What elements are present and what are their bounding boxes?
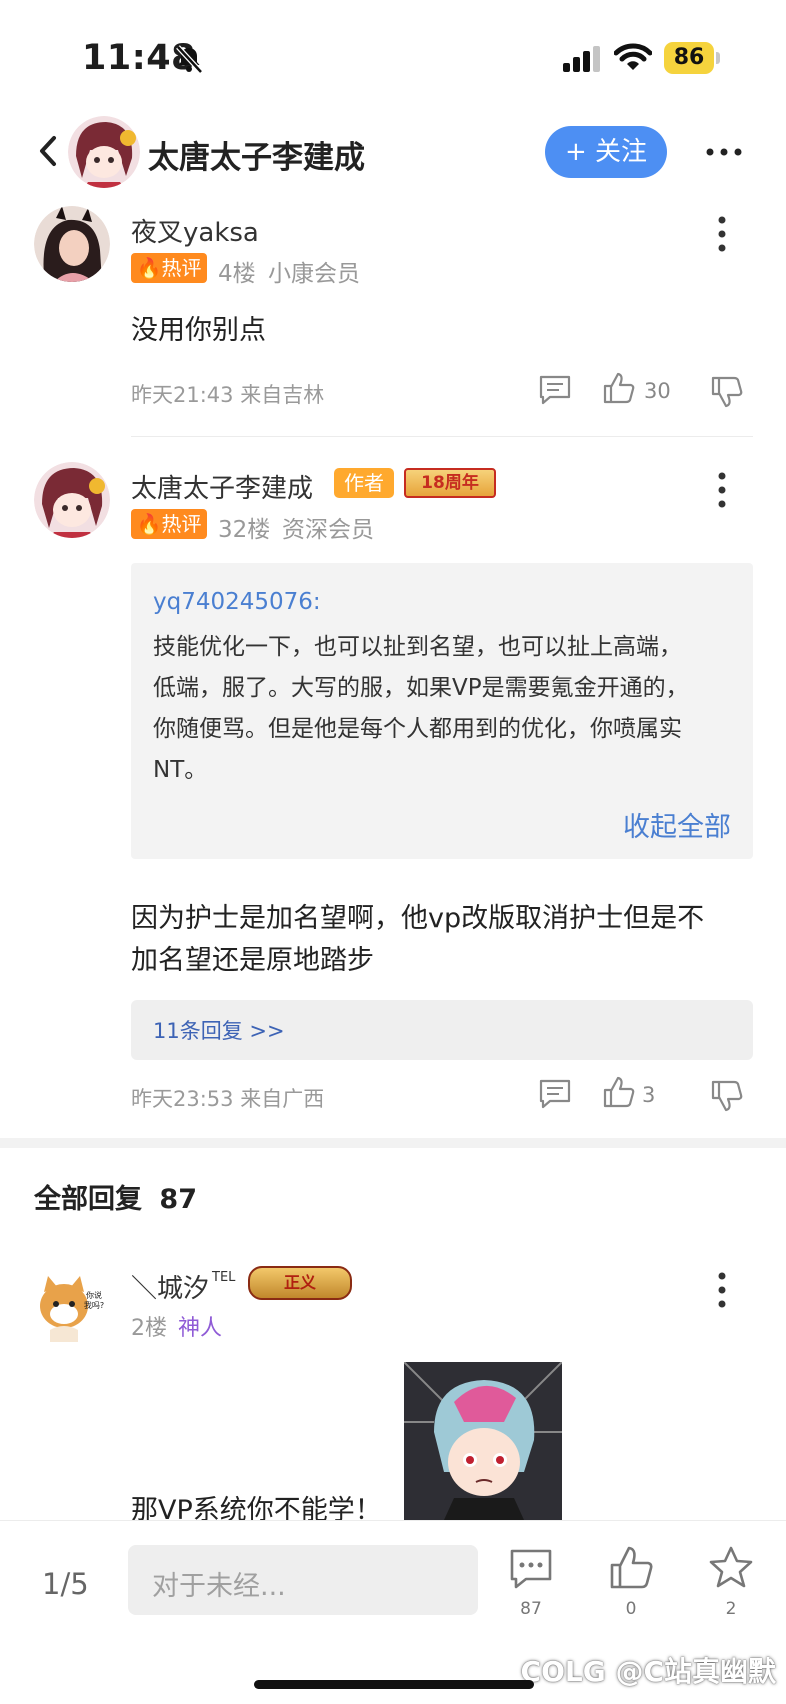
anniversary-badge: 18周年 <box>404 468 496 498</box>
more-options-icon[interactable] <box>706 148 742 156</box>
all-replies-title: 全部回复 <box>34 1184 142 1215</box>
comment-line: 加名望还是原地踏步 <box>131 945 374 976</box>
comment-more-icon[interactable] <box>718 472 726 508</box>
battery-indicator: 86 <box>664 42 720 74</box>
reply-icon[interactable] <box>538 374 572 406</box>
author-avatar[interactable] <box>68 116 140 188</box>
username[interactable]: 夜叉yaksa <box>131 212 259 249</box>
like-count: 0 <box>625 1599 637 1619</box>
quoted-line: 低端，服了。大写的服，如果VP是需要氪金开通的， <box>153 675 689 701</box>
page-indicator[interactable]: 1/5 <box>42 1567 89 1601</box>
vip-badge: 正义 <box>248 1266 352 1300</box>
dislike-icon[interactable] <box>710 1080 744 1112</box>
comment-divider <box>131 436 753 437</box>
all-replies-header: 全部回复 87 <box>34 1177 197 1216</box>
commenter-avatar[interactable] <box>34 462 110 538</box>
tel-tag: TEL <box>212 1270 236 1285</box>
quoted-line: 技能优化一下，也可以扯到名望，也可以扯上高端， <box>153 634 682 660</box>
commenter-avatar[interactable]: 你说 我吗? <box>34 1266 110 1342</box>
like-count: 30 <box>644 379 671 403</box>
bell-slash-icon <box>176 45 203 74</box>
member-level: 小康会员 <box>268 261 360 287</box>
floor-number: 2楼 <box>131 1316 167 1341</box>
sticker-image[interactable] <box>404 1362 562 1520</box>
quoted-line: 你随便骂。但是他是每个人都用到的优化，你喷属实 <box>153 716 682 742</box>
username[interactable]: ＼城汐 <box>131 1268 209 1305</box>
bottom-toolbar: 1/5 对于未经... 87 0 2 COLG @C站真幽默 <box>0 1520 786 1704</box>
like-icon[interactable] <box>608 1545 654 1589</box>
floor-number: 32楼 <box>218 517 271 543</box>
commenter-avatar[interactable] <box>34 206 110 282</box>
page-title: 太唐太子李建成 <box>148 140 365 176</box>
comment-more-icon[interactable] <box>718 216 726 252</box>
wifi-icon <box>614 43 652 70</box>
home-indicator[interactable] <box>254 1680 534 1689</box>
member-level: 资深会员 <box>282 517 374 543</box>
comment-time-location: 昨天23:53 来自广西 <box>131 1087 325 1111</box>
battery-level: 86 <box>673 45 705 70</box>
collapse-all-link[interactable]: 收起全部 <box>623 805 731 844</box>
quoted-username[interactable]: yq740245076: <box>153 589 321 615</box>
floor-number: 4楼 <box>218 261 256 287</box>
comments-icon[interactable] <box>508 1547 554 1591</box>
quoted-text: 技能优化一下，也可以扯到名望，也可以扯上高端， 低端，服了。大写的服，如果VP是… <box>153 627 733 791</box>
all-replies-count: 87 <box>159 1184 197 1215</box>
comment-text: 没用你别点 <box>131 315 266 346</box>
watermark: COLG @C站真幽默 <box>520 1655 776 1688</box>
comment-more-icon[interactable] <box>718 1272 726 1308</box>
cellular-signal-icon <box>563 46 600 72</box>
follow-button[interactable]: + 关注 <box>545 126 667 178</box>
hot-comment-badge: 🔥热评 <box>131 509 207 539</box>
back-arrow-icon[interactable] <box>36 134 60 168</box>
hot-comment-badge: 🔥热评 <box>131 253 207 283</box>
quoted-reply: yq740245076: 技能优化一下，也可以扯到名望，也可以扯上高端， 低端，… <box>131 563 753 859</box>
star-icon[interactable] <box>708 1545 754 1589</box>
section-separator <box>0 1138 786 1148</box>
svg-text:我吗?: 我吗? <box>84 1300 104 1310</box>
favorite-count: 2 <box>725 1599 737 1619</box>
svg-text:你说: 你说 <box>86 1290 102 1300</box>
comment-time-location: 昨天21:43 来自吉林 <box>131 383 325 407</box>
like-icon[interactable] <box>602 1076 636 1108</box>
author-badge: 作者 <box>334 468 394 498</box>
like-icon[interactable] <box>602 372 636 404</box>
comment-line: 因为护士是加名望啊，他vp改版取消护士但是不 <box>131 903 705 934</box>
quoted-line: NT。 <box>153 757 208 783</box>
status-bar: 11:48 86 <box>0 0 786 110</box>
post-header: 太唐太子李建成 + 关注 <box>0 112 786 192</box>
hot-label: 热评 <box>161 512 202 536</box>
comment-input-placeholder: 对于未经... <box>152 1571 286 1602</box>
member-level: 神人 <box>178 1316 223 1341</box>
replies-label: 11条回复 >> <box>153 1019 285 1043</box>
comment-text: 因为护士是加名望啊，他vp改版取消护士但是不 加名望还是原地踏步 <box>131 898 704 982</box>
username[interactable]: 太唐太子李建成 <box>131 468 313 505</box>
hot-label: 热评 <box>161 256 202 280</box>
view-replies-button[interactable]: 11条回复 >> <box>131 1000 753 1060</box>
comment-count: 87 <box>520 1599 542 1619</box>
like-count: 3 <box>642 1083 656 1107</box>
reply-icon[interactable] <box>538 1078 572 1110</box>
comment-input[interactable]: 对于未经... <box>128 1545 478 1615</box>
dislike-icon[interactable] <box>710 376 744 408</box>
